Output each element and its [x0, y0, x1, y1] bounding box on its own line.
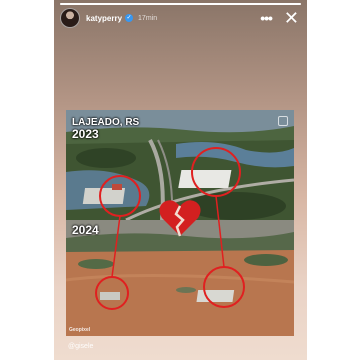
year-label-before: 2023 — [72, 127, 99, 141]
broken-heart-icon — [159, 200, 201, 237]
close-icon[interactable]: ✕ — [284, 9, 299, 27]
story-progress-bar — [60, 3, 301, 5]
mention-sticker[interactable]: @gisele — [68, 343, 93, 350]
story-header: katyperry ✓ 17min ••• ✕ — [60, 7, 299, 29]
watermark: Geopixel — [69, 327, 91, 333]
more-options-icon[interactable]: ••• — [260, 11, 273, 25]
username[interactable]: katyperry — [86, 14, 122, 23]
story-progress-fill — [60, 3, 301, 5]
year-label-after: 2024 — [72, 223, 99, 237]
avatar[interactable] — [60, 8, 80, 28]
expand-icon — [278, 116, 288, 126]
shared-post-image[interactable]: LAJEADO, RS 2023 2024 Geopixel — [66, 110, 294, 336]
story-viewer: katyperry ✓ 17min ••• ✕ LAJEADO, RS 2023… — [54, 0, 307, 360]
verified-badge-icon: ✓ — [125, 14, 134, 22]
post-time: 17min — [138, 14, 158, 22]
